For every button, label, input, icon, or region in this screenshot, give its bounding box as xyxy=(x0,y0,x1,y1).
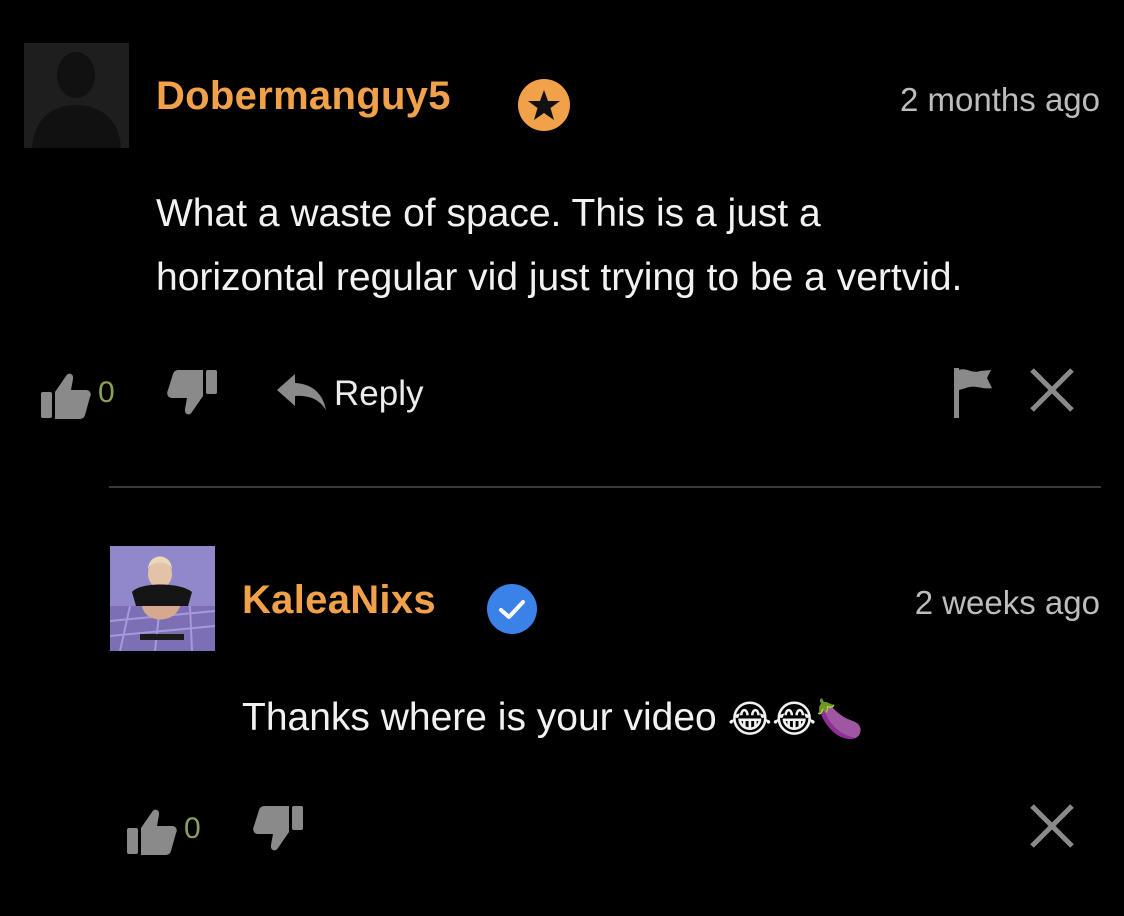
reply-arrow-icon xyxy=(277,374,326,410)
reply-button[interactable] xyxy=(275,372,327,412)
user-avatar[interactable] xyxy=(110,546,215,651)
verified-check-icon xyxy=(486,583,538,640)
comment-text-line: Thanks where is your video xyxy=(242,696,717,739)
comment-text: What a waste of space. This is a just a … xyxy=(156,182,962,310)
avatar-photo xyxy=(110,546,215,651)
comment-timestamp: 2 weeks ago xyxy=(914,584,1100,621)
report-button[interactable] xyxy=(952,366,994,425)
like-button[interactable] xyxy=(126,804,178,861)
comment-username[interactable]: KaleaNixs xyxy=(242,578,436,623)
comment-text-line: horizontal regular vid just trying to be… xyxy=(156,256,963,299)
tears-of-joy-emoji: 😂 xyxy=(727,698,772,741)
eggplant-emoji: 🍆 xyxy=(816,698,864,741)
delete-button[interactable] xyxy=(1028,802,1076,855)
thumbs-up-icon xyxy=(127,809,177,855)
close-icon xyxy=(1030,368,1074,412)
dislike-button[interactable] xyxy=(252,804,304,861)
comment-timestamp: 2 months ago xyxy=(900,81,1100,118)
star-badge-icon xyxy=(517,78,571,137)
like-button[interactable] xyxy=(40,368,92,425)
comment-text-line: What a waste of space. This is a just a xyxy=(156,192,821,235)
like-count: 0 xyxy=(184,812,201,845)
user-silhouette-icon xyxy=(32,52,121,148)
like-count: 0 xyxy=(98,376,115,409)
reply-label[interactable]: Reply xyxy=(334,374,423,414)
tears-of-joy-emoji: 😂 xyxy=(771,698,817,741)
thumbs-up-icon xyxy=(41,373,91,419)
dislike-button[interactable] xyxy=(166,368,218,425)
thumbs-down-icon xyxy=(167,370,217,415)
delete-button[interactable] xyxy=(1028,366,1076,419)
comment-username[interactable]: Dobermanguy5 xyxy=(156,74,451,119)
comment-divider xyxy=(109,486,1101,488)
thumbs-down-icon xyxy=(253,806,303,851)
default-avatar[interactable] xyxy=(24,43,129,148)
close-icon xyxy=(1030,804,1074,848)
comment-text: Thanks where is your video 😂😂🍆 xyxy=(242,686,864,752)
flag-icon xyxy=(954,368,992,418)
